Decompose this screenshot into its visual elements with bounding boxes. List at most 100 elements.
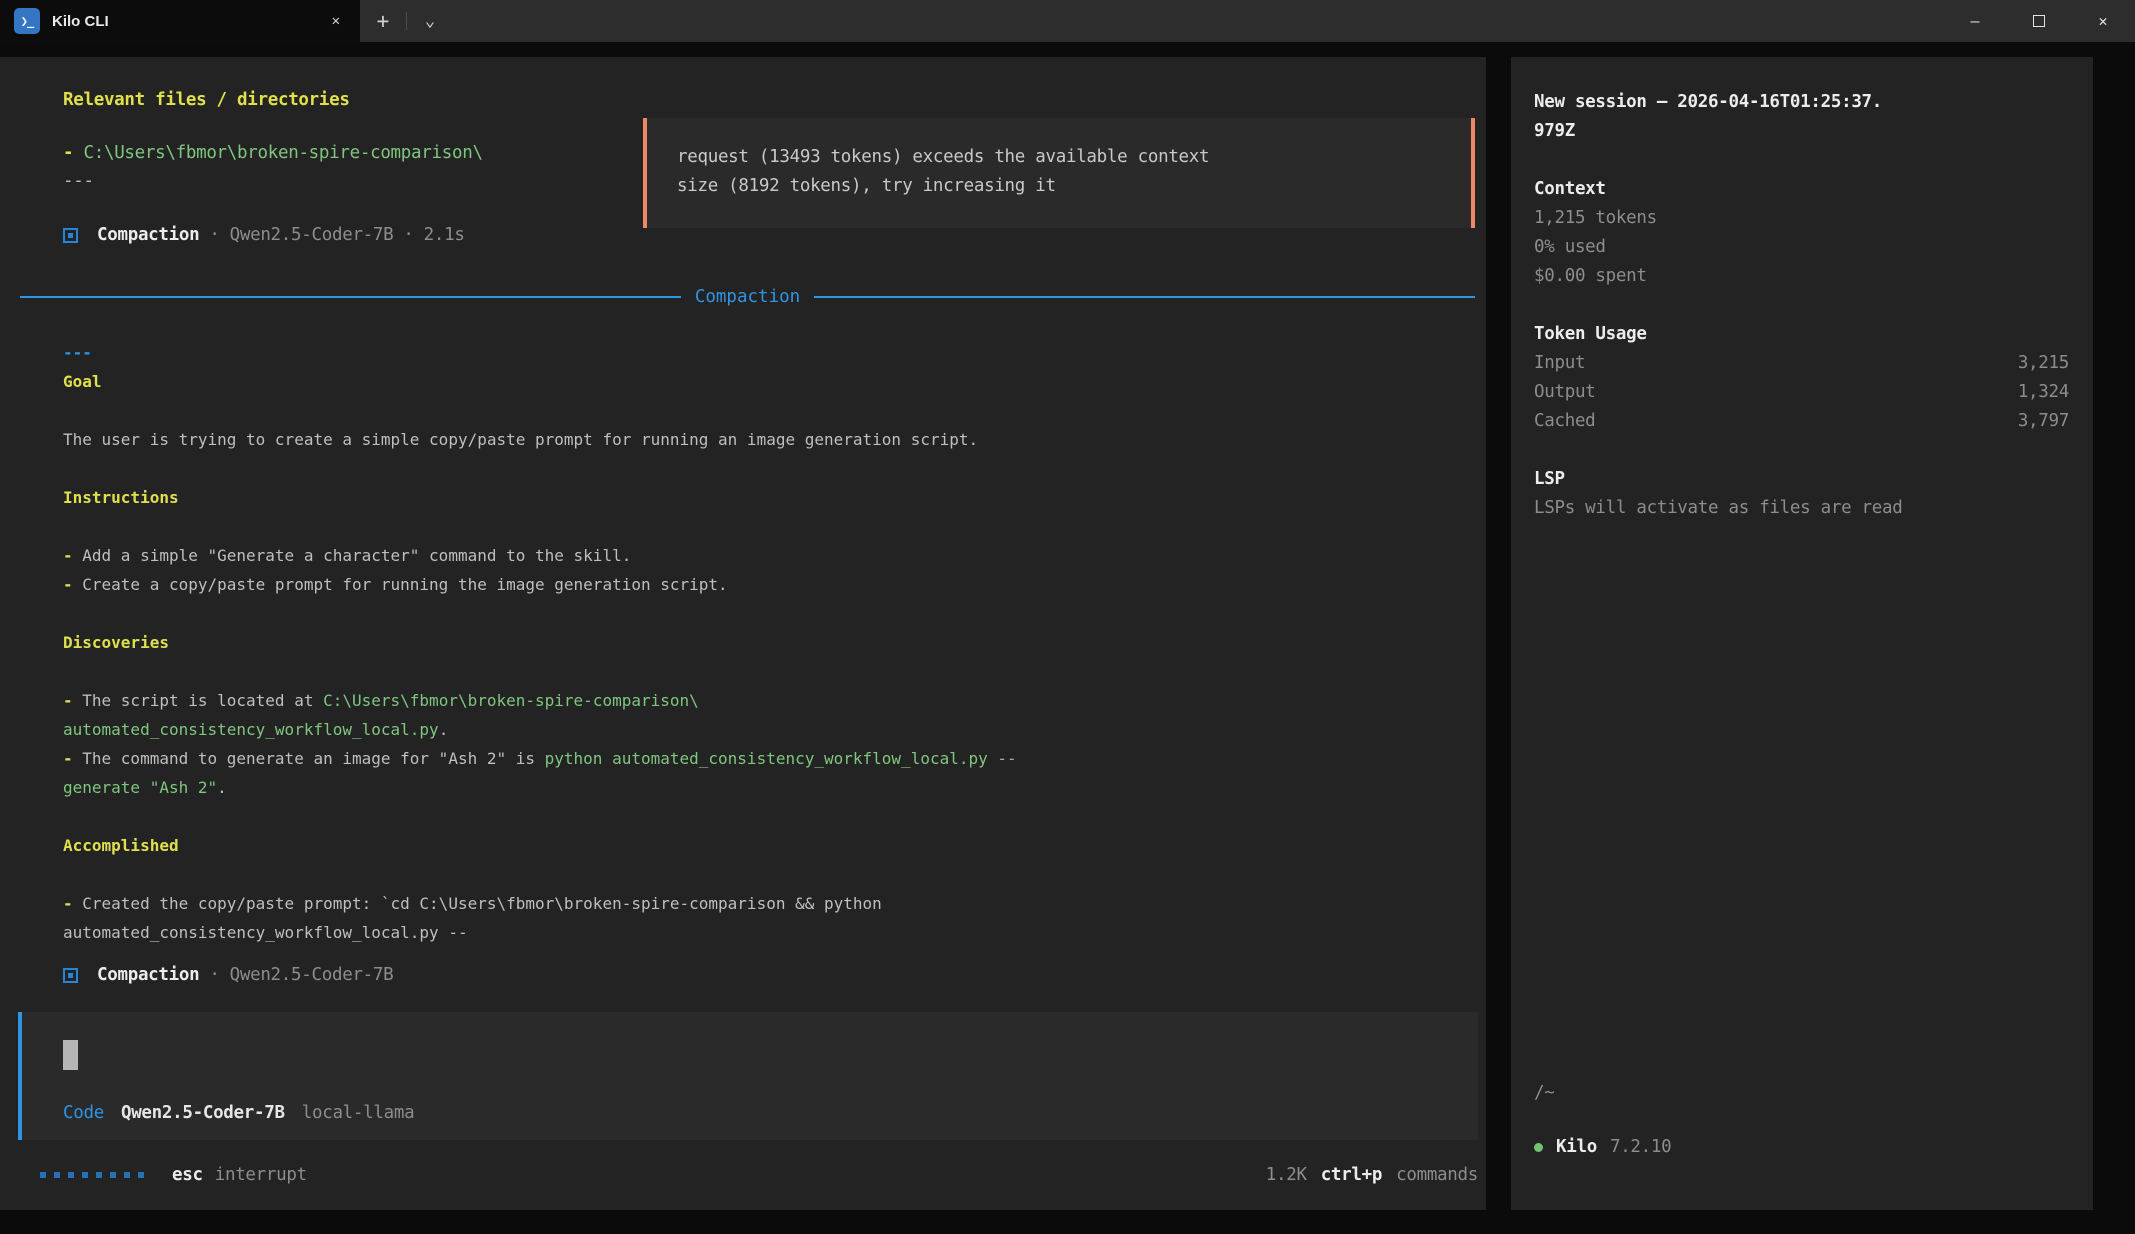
activity-dot: [124, 1172, 130, 1178]
lsp-status: LSPs will activate as files are read: [1534, 494, 2069, 523]
content-line: - Created the copy/paste prompt: `cd C:\…: [63, 889, 1017, 918]
tab-title: Kilo CLI: [52, 13, 314, 30]
compaction-status-row: Compaction · Qwen2.5-Coder-7B: [63, 965, 393, 985]
content-line: Goal: [63, 367, 1017, 396]
text-segment: Create a copy/paste prompt for running t…: [82, 575, 727, 594]
content-line: Accomplished: [63, 831, 1017, 860]
markdown-content: - - - Goal The user is trying to create a s…: [63, 338, 1017, 947]
separator-dot: ·: [209, 965, 219, 985]
content-line: [63, 512, 1017, 541]
tab-close-icon[interactable]: ✕: [326, 11, 346, 31]
activity-dot: [68, 1172, 74, 1178]
minimize-button[interactable]: –: [1943, 0, 2007, 42]
text-segment: C:\Users\fbmor\broken-spire-comparison\: [323, 691, 699, 710]
text-segment: The command to generate an image for "As…: [82, 749, 544, 768]
divider-label: Compaction: [695, 287, 800, 307]
content-line: automated_consistency_workflow_local.py.: [63, 715, 1017, 744]
content-line: automated_consistency_workflow_local.py …: [63, 918, 1017, 947]
text-segment: -: [63, 575, 82, 594]
error-line: request (13493 tokens) exceeds the avail…: [677, 143, 1471, 172]
titlebar-drag-area: [453, 0, 1943, 42]
content-line: The user is trying to create a simple co…: [63, 425, 1017, 454]
token-usage-heading: Token Usage: [1534, 320, 2069, 349]
terminal-tab[interactable]: ❯_ Kilo CLI ✕: [0, 0, 360, 42]
relevant-path-line: - C:\Users\fbmor\broken-spire-comparison…: [63, 143, 483, 163]
divider-rule: [20, 296, 681, 298]
content-line: [63, 396, 1017, 425]
relevant-files-heading: Relevant files / directories: [63, 90, 350, 110]
status-bar: esc interrupt 1.2K ctrl+p commands: [18, 1158, 1478, 1192]
maximize-button[interactable]: [2007, 0, 2071, 42]
usage-value: 1,324: [2018, 378, 2069, 407]
text-segment: Add a simple "Generate a character" comm…: [82, 546, 631, 565]
close-window-button[interactable]: ✕: [2071, 0, 2135, 42]
content-line: [63, 599, 1017, 628]
profile-label: local-llama: [302, 1103, 415, 1123]
text-segment: .: [439, 720, 449, 739]
usage-label: Input: [1534, 349, 1585, 378]
path-separator: ---: [63, 171, 94, 191]
app-version: 7.2.10: [1610, 1133, 1671, 1162]
text-segment: -: [63, 749, 82, 768]
activity-dot: [54, 1172, 60, 1178]
tab-dropdown-button[interactable]: ⌄: [407, 0, 453, 42]
content-line: - Create a copy/paste prompt for running…: [63, 570, 1017, 599]
usage-value: 3,797: [2018, 407, 2069, 436]
content-line: generate "Ash 2".: [63, 773, 1017, 802]
activity-dot: [82, 1172, 88, 1178]
content-line: Discoveries: [63, 628, 1017, 657]
mode-label[interactable]: Code: [63, 1103, 104, 1123]
compaction-label: Compaction: [97, 225, 199, 245]
prompt-input[interactable]: Code Qwen2.5-Coder-7B local-llama: [18, 1012, 1478, 1140]
error-line: size (8192 tokens), try increasing it: [677, 172, 1471, 201]
content-line: [63, 454, 1017, 483]
context-spent: $0.00 spent: [1534, 262, 2069, 291]
app-version-row: Kilo 7.2.10: [1534, 1133, 1671, 1162]
activity-dot: [110, 1172, 116, 1178]
context-tokens: 1,215 tokens: [1534, 204, 2069, 233]
input-meta-row: Code Qwen2.5-Coder-7B local-llama: [63, 1103, 414, 1123]
duration: 2.1s: [424, 225, 465, 245]
text-segment: Instructions: [63, 488, 179, 507]
separator-dot: ·: [403, 225, 413, 245]
input-model-label[interactable]: Qwen2.5-Coder-7B: [121, 1103, 285, 1123]
activity-dot: [40, 1172, 46, 1178]
divider-rule: [814, 296, 1475, 298]
usage-value: 3,215: [2018, 349, 2069, 378]
terminal-app-icon: ❯_: [14, 8, 40, 34]
session-sidebar: New session — 2026-04-16T01:25:37. 979Z …: [1511, 57, 2093, 1210]
text-segment: Discoveries: [63, 633, 169, 652]
compaction-icon: [63, 228, 78, 243]
text-segment: Goal: [63, 372, 102, 391]
text-segment: automated_consistency_workflow_local.py: [63, 720, 439, 739]
text-segment: -: [63, 894, 82, 913]
session-title: 979Z: [1534, 117, 2069, 146]
text-segment: python automated_consistency_workflow_lo…: [545, 749, 1017, 768]
new-tab-button[interactable]: +: [360, 0, 406, 42]
content-line: - Add a simple "Generate a character" co…: [63, 541, 1017, 570]
compaction-label: Compaction: [97, 965, 199, 985]
list-dash: -: [63, 143, 83, 163]
cwd-label: /~: [1534, 1079, 1554, 1108]
content-line: [63, 860, 1017, 889]
content-line: - The command to generate an image for "…: [63, 744, 1017, 773]
content-line: [63, 657, 1017, 686]
token-count: 1.2K: [1266, 1165, 1307, 1185]
text-segment: -: [63, 691, 82, 710]
text-segment: Accomplished: [63, 836, 179, 855]
text-segment: The user is trying to create a simple co…: [63, 430, 978, 449]
model-name: Qwen2.5-Coder-7B: [230, 965, 394, 985]
content-line: - The script is located at C:\Users\fbmo…: [63, 686, 1017, 715]
usage-label: Cached: [1534, 407, 1595, 436]
app-name: Kilo: [1556, 1133, 1597, 1162]
error-message-box: request (13493 tokens) exceeds the avail…: [643, 118, 1475, 228]
context-heading: Context: [1534, 175, 2069, 204]
esc-key-label: esc: [172, 1165, 203, 1185]
usage-label: Output: [1534, 378, 1595, 407]
text-segment: .: [217, 778, 227, 797]
terminal-main-panel: Relevant files / directories - C:\Users\…: [0, 57, 1486, 1210]
token-usage-row: Input 3,215: [1534, 349, 2069, 378]
text-segment: Created the copy/paste prompt: `cd C:\Us…: [82, 894, 882, 913]
text-cursor: [63, 1040, 78, 1070]
shortcut-key-label: ctrl+p: [1321, 1165, 1382, 1185]
